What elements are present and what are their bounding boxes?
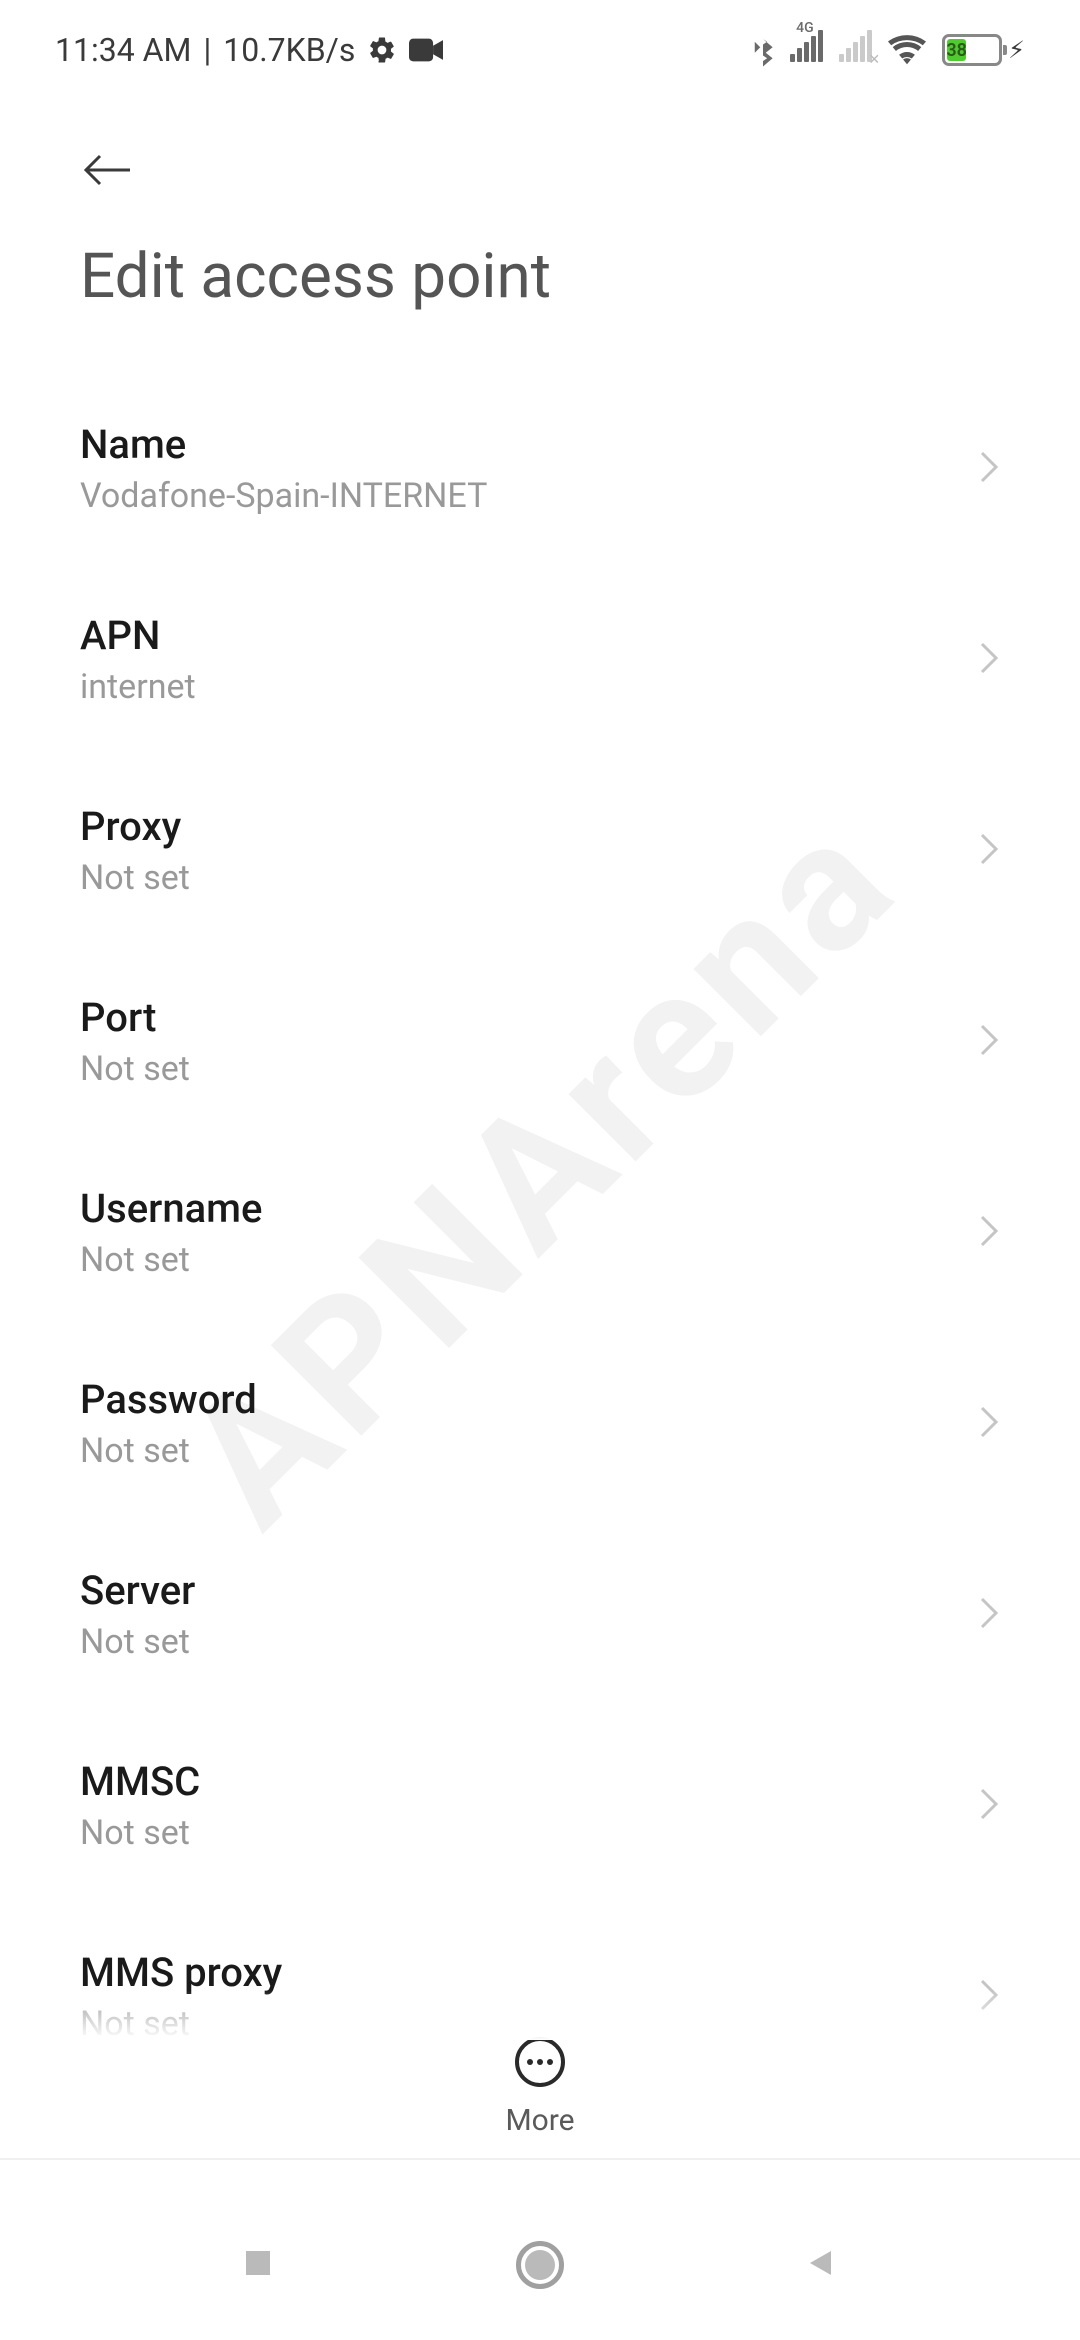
setting-row-proxy[interactable]: Proxy Not set bbox=[80, 755, 1000, 946]
setting-label: MMS proxy bbox=[80, 1949, 282, 1996]
nav-recent-button[interactable] bbox=[240, 2245, 276, 2285]
setting-value: Not set bbox=[80, 1240, 262, 1280]
setting-label: Username bbox=[80, 1185, 262, 1232]
signal-4g-icon: 4G bbox=[790, 34, 823, 66]
chevron-right-icon bbox=[976, 1593, 1000, 1637]
setting-value: Not set bbox=[80, 1622, 195, 1662]
setting-label: APN bbox=[80, 612, 196, 659]
status-separator: | bbox=[203, 31, 211, 69]
back-button[interactable] bbox=[80, 130, 138, 210]
setting-row-name[interactable]: Name Vodafone-Spain-INTERNET bbox=[80, 373, 1000, 564]
setting-row-port[interactable]: Port Not set bbox=[80, 946, 1000, 1137]
wifi-icon bbox=[888, 35, 926, 65]
setting-value: internet bbox=[80, 667, 196, 707]
bluetooth-icon bbox=[752, 33, 774, 67]
signal-no-sim-icon: ✕ bbox=[839, 34, 872, 66]
setting-row-mmsc[interactable]: MMSC Not set bbox=[80, 1710, 1000, 1901]
setting-row-password[interactable]: Password Not set bbox=[80, 1328, 1000, 1519]
signal-4g-label: 4G bbox=[796, 20, 814, 36]
setting-value: Not set bbox=[80, 1431, 257, 1471]
gear-icon bbox=[367, 35, 397, 65]
setting-value: Not set bbox=[80, 858, 190, 898]
chevron-right-icon bbox=[976, 447, 1000, 491]
chevron-right-icon bbox=[976, 1784, 1000, 1828]
settings-list: Name Vodafone-Spain-INTERNET APN internet Pr… bbox=[0, 373, 1080, 2092]
nav-back-button[interactable] bbox=[804, 2245, 840, 2285]
chevron-right-icon bbox=[976, 638, 1000, 682]
setting-label: MMSC bbox=[80, 1758, 200, 1805]
status-bar: 11:34 AM | 10.7KB/s 4G bbox=[0, 0, 1080, 100]
setting-row-username[interactable]: Username Not set bbox=[80, 1137, 1000, 1328]
chevron-right-icon bbox=[976, 1211, 1000, 1255]
chevron-right-icon bbox=[976, 1402, 1000, 1446]
chevron-right-icon bbox=[976, 1020, 1000, 1064]
charging-icon: ⚡︎ bbox=[1008, 36, 1025, 64]
setting-label: Name bbox=[80, 421, 487, 468]
setting-row-server[interactable]: Server Not set bbox=[80, 1519, 1000, 1710]
setting-value: Not set bbox=[80, 1813, 200, 1853]
status-time: 11:34 AM bbox=[55, 31, 191, 69]
more-label: More bbox=[505, 2103, 574, 2138]
navigation-bar bbox=[0, 2190, 1080, 2340]
setting-label: Proxy bbox=[80, 803, 190, 850]
setting-value: Not set bbox=[80, 1049, 190, 1089]
battery-icon: 38 ⚡︎ bbox=[942, 34, 1025, 66]
page-title: Edit access point bbox=[80, 240, 1000, 313]
setting-label: Server bbox=[80, 1567, 195, 1614]
status-speed: 10.7KB/s bbox=[223, 31, 355, 69]
setting-label: Password bbox=[80, 1376, 257, 1423]
nav-home-button[interactable] bbox=[516, 2241, 564, 2289]
setting-row-apn[interactable]: APN internet bbox=[80, 564, 1000, 755]
setting-label: Port bbox=[80, 994, 190, 1041]
chevron-right-icon bbox=[976, 829, 1000, 873]
camera-icon bbox=[409, 38, 443, 62]
setting-value: Vodafone-Spain-INTERNET bbox=[80, 476, 487, 516]
scroll-fade bbox=[0, 1990, 1080, 2040]
